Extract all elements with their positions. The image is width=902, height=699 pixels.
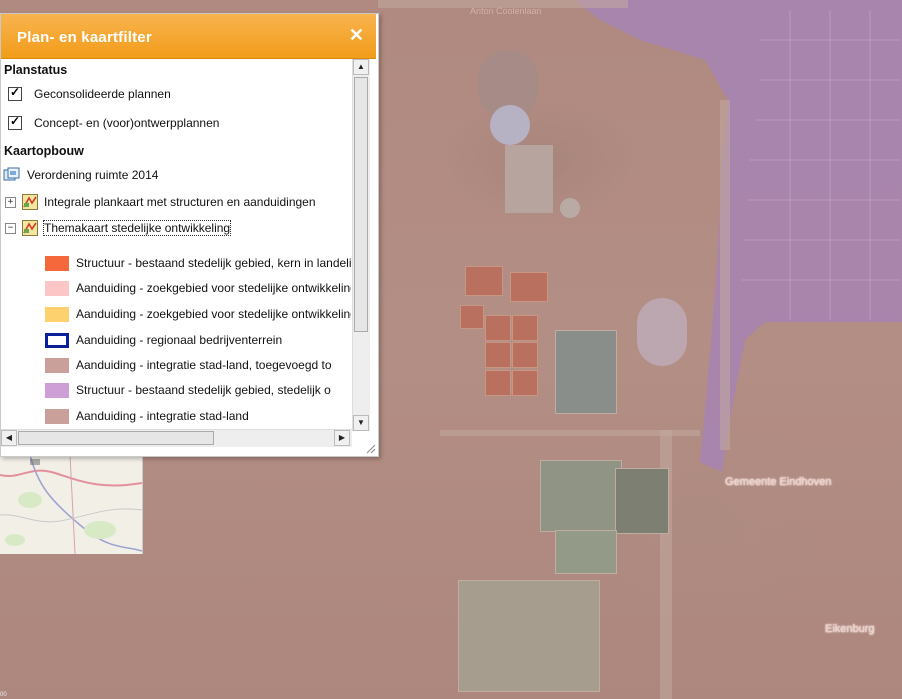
tree-root-label: Verordening ruimte 2014: [27, 168, 159, 182]
legend-swatch: [45, 306, 69, 322]
tennis-court: [485, 342, 511, 368]
vertical-scrollbar[interactable]: ▲ ▼: [352, 59, 370, 431]
resize-grip-icon[interactable]: [364, 442, 376, 454]
legend-label: Aanduiding - integratie stad-land, toege…: [76, 358, 332, 372]
place-label: Eikenburg: [825, 623, 875, 635]
expand-icon[interactable]: +: [5, 196, 16, 208]
tree-item-integrale-plankaart[interactable]: + Integrale plankaart met structuren en …: [5, 192, 316, 212]
sports-field: [615, 468, 669, 534]
tennis-court: [510, 272, 548, 302]
legend-item: Aanduiding - zoekgebied voor stedelijke …: [45, 279, 351, 297]
tree-item-label-selected: Themakaart stedelijke ontwikkeling: [42, 220, 232, 236]
scale-text: 00: [0, 692, 7, 698]
tank: [490, 105, 530, 145]
tennis-court: [485, 315, 511, 341]
tennis-court: [460, 305, 484, 329]
checkbox-row-concept[interactable]: Concept- en (voor)ontwerpplannen: [8, 114, 219, 132]
tank: [560, 198, 580, 218]
legend-label: Structuur - bestaand stedelijk gebied, s…: [76, 383, 331, 397]
scroll-down-icon[interactable]: ▼: [353, 415, 369, 431]
layer-map-icon: [22, 194, 38, 210]
stadium: [637, 298, 687, 366]
layer-map-icon: [22, 220, 38, 236]
checkbox-concept[interactable]: [8, 114, 22, 130]
municipality-label: Gemeente Eindhoven: [725, 476, 832, 488]
legend-label: Aanduiding - zoekgebied voor stedelijke …: [76, 281, 351, 295]
legend-swatch: [45, 357, 69, 373]
legend-label: Aanduiding - regionaal bedrijventerrein: [76, 333, 283, 347]
legend-swatch: [45, 255, 69, 271]
section-title-kaartopbouw: Kaartopbouw: [4, 144, 84, 158]
legend-item: Aanduiding - regionaal bedrijventerrein: [45, 331, 282, 349]
building: [505, 145, 553, 213]
sports-field: [458, 580, 600, 692]
legend-item: Structuur - bestaand stedelijk gebied, s…: [45, 381, 331, 399]
section-title-planstatus: Planstatus: [4, 63, 68, 77]
vertical-scroll-thumb[interactable]: [354, 77, 368, 332]
legend-item: Aanduiding - integratie stad-land: [45, 407, 249, 425]
sports-field: [555, 330, 617, 414]
panel-header[interactable]: Plan- en kaartfilter ✕: [1, 14, 376, 59]
legend-item: Aanduiding - integratie stad-land, toege…: [45, 356, 332, 374]
road: [720, 100, 730, 450]
tennis-court: [512, 315, 538, 341]
legend-item: Aanduiding - zoekgebied voor stedelijke …: [45, 305, 351, 323]
horizontal-scrollbar[interactable]: ◀ ▶: [1, 429, 352, 447]
panel-body: Planstatus Geconsolideerde plannen Conce…: [1, 59, 351, 429]
tennis-court: [485, 370, 511, 396]
checkbox-row-consolidated[interactable]: Geconsolideerde plannen: [8, 85, 171, 103]
legend-swatch: [45, 332, 69, 348]
sports-field: [555, 530, 617, 574]
legend-swatch: [45, 382, 69, 398]
plan-filter-panel: Plan- en kaartfilter ✕ Planstatus Gecons…: [0, 13, 379, 457]
checkbox-consolidated[interactable]: [8, 85, 22, 101]
legend-swatch: [45, 408, 69, 424]
collapse-icon[interactable]: −: [5, 222, 16, 234]
legend-item: Structuur - bestaand stedelijk gebied, k…: [45, 254, 351, 272]
street-label: Anton Coolenlaan: [470, 6, 542, 16]
checkbox-label: Concept- en (voor)ontwerpplannen: [34, 116, 220, 130]
tennis-court: [512, 342, 538, 368]
tennis-court: [512, 370, 538, 396]
checkbox-label: Geconsolideerde plannen: [34, 87, 171, 101]
sports-field: [540, 460, 622, 532]
tree-root[interactable]: Verordening ruimte 2014: [3, 165, 158, 185]
legend-swatch: [45, 280, 69, 296]
scroll-left-icon[interactable]: ◀: [1, 430, 17, 446]
road: [440, 430, 700, 436]
overview-map[interactable]: [0, 455, 143, 554]
horizontal-scroll-thumb[interactable]: [18, 431, 214, 445]
tree-item-themakaart[interactable]: − Themakaart stedelijke ontwikkeling: [5, 218, 232, 238]
scroll-up-icon[interactable]: ▲: [353, 59, 369, 75]
legend-label: Aanduiding - zoekgebied voor stedelijke …: [76, 307, 351, 321]
close-icon[interactable]: ✕: [349, 26, 364, 44]
tennis-court: [465, 266, 503, 296]
panel-title: Plan- en kaartfilter: [17, 29, 152, 46]
legend-label: Structuur - bestaand stedelijk gebied, k…: [76, 256, 351, 270]
legend-label: Aanduiding - integratie stad-land: [76, 409, 249, 423]
scroll-right-icon[interactable]: ▶: [334, 430, 350, 446]
map-stack-icon: [3, 167, 20, 181]
tree-item-label: Integrale plankaart met structuren en aa…: [44, 195, 316, 209]
